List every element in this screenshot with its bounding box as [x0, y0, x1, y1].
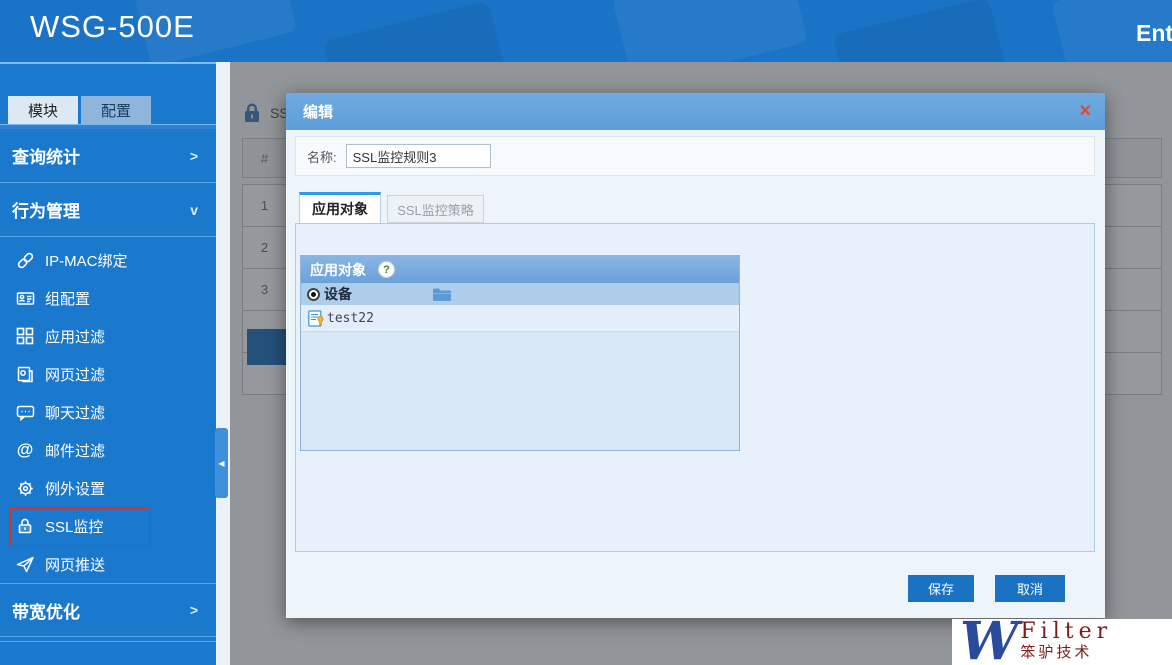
name-field-row: 名称: [295, 136, 1095, 176]
tab-label: SSL监控策略 [397, 200, 474, 219]
tab-application-object[interactable]: 应用对象 [299, 192, 381, 223]
dialog-header: 编辑 [286, 93, 1105, 130]
sidebar-item-mail-filter[interactable]: @ 邮件过滤 [0, 431, 216, 469]
sidebar-section-behavior-mgmt[interactable]: 行为管理 v [0, 183, 216, 237]
section-label: 查询统计 [12, 143, 80, 168]
topbar-right-text: Ent [1136, 20, 1172, 47]
sidebar: 模块 配置 查询统计 > 行为管理 v [0, 62, 216, 665]
sidebar-collapse-handle[interactable]: ◀ [215, 428, 228, 498]
sidebar-item-app-filter[interactable]: 应用过滤 [0, 317, 216, 355]
id-card-icon [15, 288, 35, 308]
keyboard-texture [833, 0, 1008, 62]
device-radio-row[interactable]: 设备 [301, 283, 739, 305]
close-icon[interactable]: × [1079, 99, 1091, 123]
sidebar-item-label: 组配置 [45, 288, 90, 309]
chat-icon [15, 402, 35, 422]
tab-label: 应用对象 [312, 199, 368, 219]
logo-subtitle: 笨驴技术 [1020, 643, 1112, 662]
sidebar-tab-label: 模块 [28, 100, 58, 121]
tab-content-panel: 应用对象 ? 设备 [295, 223, 1095, 552]
top-bar: WSG-500E Ent [0, 0, 1172, 62]
save-button[interactable]: 保存 [908, 575, 974, 602]
sidebar-gap [216, 62, 230, 665]
collapse-left-icon: ◀ [218, 459, 224, 468]
tab-ssl-monitor-policy[interactable]: SSL监控策略 [387, 195, 484, 223]
name-label: 名称: [307, 147, 337, 166]
certificate-icon [308, 310, 325, 327]
name-input[interactable] [346, 144, 491, 168]
sidebar-section-bandwidth-opt[interactable]: 带宽优化 > [0, 583, 216, 637]
sidebar-tab-config[interactable]: 配置 [81, 96, 151, 124]
list-item-label: test22 [327, 311, 374, 326]
sidebar-divider [0, 641, 216, 657]
cancel-button[interactable]: 取消 [995, 575, 1065, 602]
section-label: 行为管理 [12, 197, 80, 222]
section-label: 带宽优化 [12, 598, 80, 623]
webpage-icon [15, 364, 35, 384]
application-object-panel: 应用对象 ? 设备 [300, 255, 740, 451]
sidebar-item-ssl-monitor[interactable]: SSL监控 [0, 507, 216, 545]
sidebar-item-group-config[interactable]: 组配置 [0, 279, 216, 317]
sidebar-item-label: 网页过滤 [45, 364, 105, 385]
sidebar-item-ip-mac-binding[interactable]: IP-MAC绑定 [0, 241, 216, 279]
sidebar-item-web-filter[interactable]: 网页过滤 [0, 355, 216, 393]
chevron-down-icon: v [190, 202, 198, 218]
sidebar-item-label: 聊天过滤 [45, 402, 105, 423]
keyboard-texture [612, 0, 808, 62]
sidebar-tab-bar: 模块 配置 [0, 96, 216, 124]
help-icon[interactable]: ? [378, 261, 395, 278]
sidebar-item-label: 应用过滤 [45, 326, 105, 347]
panel-header-label: 应用对象 [310, 260, 366, 280]
dialog-title: 编辑 [286, 101, 333, 122]
folder-icon[interactable] [432, 287, 452, 302]
link-icon [15, 250, 35, 270]
panel-header: 应用对象 ? [301, 256, 739, 283]
app-window: WSG-500E Ent 模块 配置 查询统计 > 行为管理 v [0, 0, 1172, 665]
sidebar-item-chat-filter[interactable]: 聊天过滤 [0, 393, 216, 431]
app-title: WSG-500E [30, 9, 195, 45]
sidebar-menu: IP-MAC绑定 组配置 [0, 237, 216, 583]
device-label: 设备 [324, 284, 352, 304]
logo-w-mark: W [960, 619, 1018, 665]
gear-icon [15, 478, 35, 498]
at-icon: @ [15, 440, 35, 460]
sidebar-item-label: 网页推送 [45, 554, 105, 575]
chevron-right-icon: > [190, 602, 198, 618]
keyboard-texture [323, 1, 507, 62]
paper-plane-icon [15, 554, 35, 574]
radio-selected-icon[interactable] [307, 288, 320, 301]
dialog-tab-bar: 应用对象 SSL监控策略 [299, 192, 484, 223]
sidebar-item-label: SSL监控 [45, 516, 103, 537]
sidebar-item-exception-settings[interactable]: 例外设置 [0, 469, 216, 507]
edit-dialog: 编辑 × 名称: 应用对象 SSL监控策略 应用对象 ? 设备 [286, 93, 1105, 618]
logo-text-block: Filter 笨驴技术 [1020, 619, 1112, 662]
sidebar-item-label: 例外设置 [45, 478, 105, 499]
chevron-right-icon: > [190, 148, 198, 164]
sidebar-item-label: 邮件过滤 [45, 440, 105, 461]
lock-icon [15, 516, 35, 536]
sidebar-item-label: IP-MAC绑定 [45, 250, 128, 271]
logo-name: Filter [1020, 621, 1112, 643]
sidebar-item-web-push[interactable]: 网页推送 [0, 545, 216, 583]
sidebar-tab-label: 配置 [101, 100, 131, 121]
sidebar-section-query-stats[interactable]: 查询统计 > [0, 129, 216, 183]
vendor-logo: W Filter 笨驴技术 [952, 619, 1172, 665]
grid-icon [15, 326, 35, 346]
list-item-test22[interactable]: test22 [301, 305, 739, 332]
sidebar-tab-modules[interactable]: 模块 [8, 96, 78, 124]
